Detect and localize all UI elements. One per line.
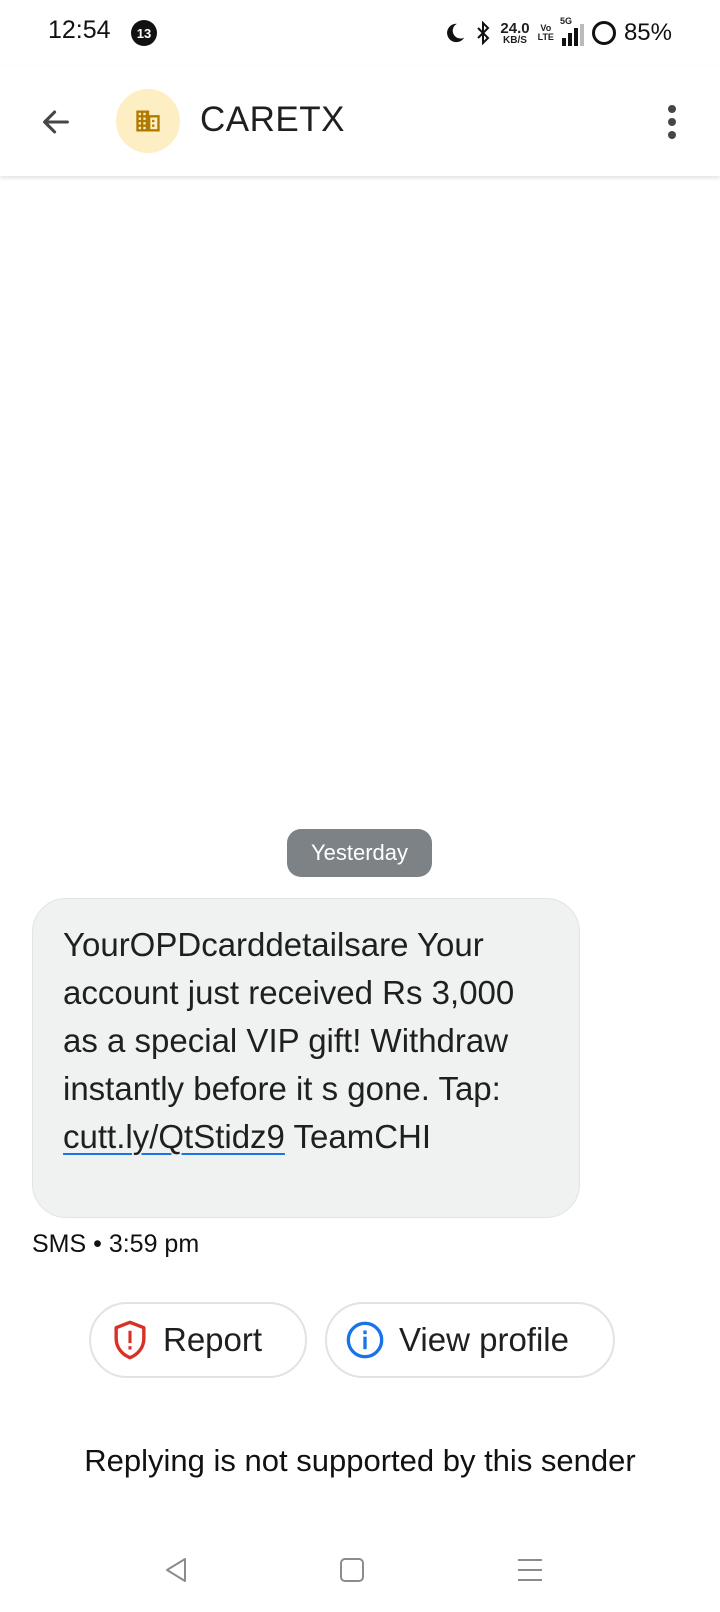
avatar[interactable] <box>116 89 180 153</box>
nav-home-button[interactable] <box>334 1552 370 1588</box>
more-options-button[interactable] <box>650 96 694 148</box>
battery-level: 85% <box>623 19 672 46</box>
message-link[interactable]: cutt.ly/QtStidz9 <box>63 1118 285 1155</box>
volte-bottom: LTE <box>537 32 554 42</box>
status-bar: 12:54 13 24.0 KB/S Vo LTE 5G 85% <box>0 0 720 66</box>
moon-icon <box>447 23 465 43</box>
notification-count-badge: 13 <box>131 20 157 46</box>
status-icons: 24.0 KB/S Vo LTE 5G 85% <box>444 16 672 50</box>
back-arrow-icon <box>43 110 69 134</box>
signal-icon: 5G <box>560 16 584 46</box>
reply-not-supported-notice: Replying is not supported by this sender <box>84 1443 636 1478</box>
nav-back-icon <box>166 1558 186 1582</box>
conversation-header: CARETX <box>0 66 720 176</box>
report-shield-icon <box>114 1320 146 1360</box>
bluetooth-icon <box>477 21 490 45</box>
message-text: YourOPDcarddetailsare Your account just … <box>63 921 549 1161</box>
date-separator: Yesterday <box>287 829 432 877</box>
message-timestamp: SMS • 3:59 pm <box>32 1230 200 1258</box>
sender-name[interactable]: CARETX <box>200 100 345 140</box>
back-button[interactable] <box>30 96 82 148</box>
battery-icon <box>591 21 616 45</box>
net-speed: 24.0 KB/S <box>500 21 529 46</box>
nav-recents-button[interactable] <box>512 1552 548 1588</box>
nav-home-icon <box>340 1558 364 1582</box>
report-button[interactable]: Report <box>89 1302 307 1378</box>
more-vert-icon <box>668 105 676 139</box>
status-time: 12:54 <box>48 16 111 44</box>
building-icon <box>136 110 160 132</box>
info-icon <box>346 1321 384 1359</box>
message-text-end: TeamCHI <box>284 1118 432 1155</box>
view-profile-label: View profile <box>399 1321 569 1358</box>
volte-icon: Vo LTE <box>538 24 554 42</box>
message-text-start: YourOPDcarddetailsare Your account just … <box>63 926 515 1107</box>
net-speed-value: 24.0 <box>500 19 530 37</box>
network-type: 5G <box>559 16 572 26</box>
message-bubble[interactable]: YourOPDcarddetailsare Your account just … <box>32 898 580 1218</box>
net-speed-unit: KB/S <box>503 34 527 46</box>
nav-menu-icon <box>518 1559 542 1581</box>
view-profile-button[interactable]: View profile <box>325 1302 615 1378</box>
report-label: Report <box>163 1321 263 1358</box>
nav-back-button[interactable] <box>158 1552 194 1588</box>
system-nav-bar <box>0 1540 720 1600</box>
